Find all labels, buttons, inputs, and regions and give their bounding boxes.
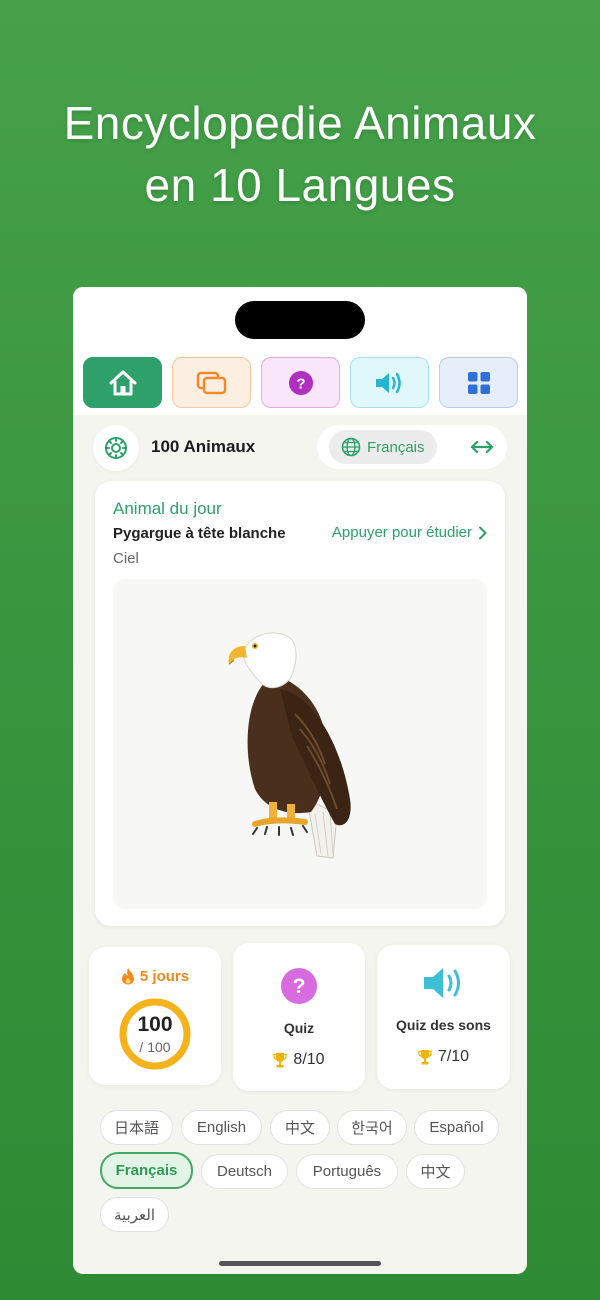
card-title: Animal du jour [113,499,222,518]
chevron-right-icon [479,526,487,539]
language-selector[interactable]: Français [329,430,437,464]
headline-line-2: en 10 Langues [144,159,456,211]
sound-quiz-score: 7/10 [437,1048,470,1065]
home-indicator [219,1261,381,1266]
language-tag[interactable]: 日本語 [100,1110,173,1145]
headline: Encyclopedie Animaux en 10 Langues [0,92,600,216]
study-link-label: Appuyer pour étudier [331,524,472,541]
settings-button[interactable] [93,425,139,471]
language-tag[interactable]: 中文 [406,1154,465,1189]
quiz-score: 8/10 [293,1051,325,1068]
toolbar: 100 Animaux Français [93,423,507,471]
sound-icon-wrap [377,965,510,1001]
dynamic-island [235,301,365,339]
language-switcher: Français [317,425,507,469]
tab-home[interactable] [83,357,162,408]
language-tag[interactable]: English [181,1110,262,1145]
quiz-icon-wrap: ? [233,967,365,1005]
streak-label-row: 5 jours [89,967,221,985]
sound-quiz-score-row: 7/10 [377,1048,510,1066]
svg-text:?: ? [293,975,306,998]
language-tag[interactable]: Español [414,1110,499,1145]
quiz-card[interactable]: ? Quiz 8/10 [233,943,365,1091]
tab-grid[interactable] [439,357,518,408]
grid-icon [467,371,490,394]
flame-icon [121,968,134,985]
quiz-label: Quiz [283,1020,315,1036]
sound-quiz-label: Quiz des sons [396,1017,491,1033]
tab-bar: ? [83,357,519,409]
streak-card[interactable]: 5 jours 100 / 100 [89,947,221,1085]
language-tag-active[interactable]: Français [100,1152,193,1189]
language-tag[interactable]: Deutsch [201,1154,288,1189]
study-link[interactable]: Appuyer pour étudier [332,524,487,541]
stats-row: 5 jours 100 / 100 ? Quiz 8/10 Quiz des s… [89,943,513,1093]
language-tag[interactable]: 中文 [270,1110,330,1145]
eagle-illustration [228,632,351,859]
home-icon [109,370,136,395]
language-tag[interactable]: العربية [100,1197,169,1232]
animal-name: Pygargue à tête blanche [113,525,286,542]
speaker-icon [423,968,460,998]
animal-image [113,579,487,909]
learned-count: 100 [137,1013,173,1036]
animal-of-day-card[interactable]: Animal du jour Pygargue à tête blanche A… [95,481,505,926]
language-label: Français [367,438,425,456]
tab-cards[interactable] [172,357,251,408]
sound-quiz-card[interactable]: Quiz des sons 7/10 [377,945,510,1089]
svg-text:?: ? [296,375,305,392]
gear-icon [105,437,127,459]
animal-habitat: Ciel [113,550,139,567]
language-tag[interactable]: 한국어 [337,1110,407,1145]
language-tag[interactable]: Português [296,1154,398,1189]
tab-quiz[interactable]: ? [261,357,340,408]
globe-icon [341,437,361,457]
trophy-icon [418,1050,432,1065]
question-icon: ? [288,370,313,395]
trophy-icon [273,1053,288,1068]
speaker-icon [375,372,401,393]
learned-total: / 100 [139,1039,171,1055]
app-title: 100 Animaux [151,437,256,456]
cards-icon [196,371,226,394]
streak-label: 5 jours [139,967,190,985]
tab-sounds[interactable] [350,357,429,408]
headline-line-1: Encyclopedie Animaux [63,97,537,149]
phone-screen: ? 100 Animaux Français Animal du jour Py… [73,287,527,1274]
quiz-score-row: 8/10 [233,1051,365,1069]
question-icon: ? [281,968,317,1004]
swap-arrows-icon[interactable] [469,436,495,458]
